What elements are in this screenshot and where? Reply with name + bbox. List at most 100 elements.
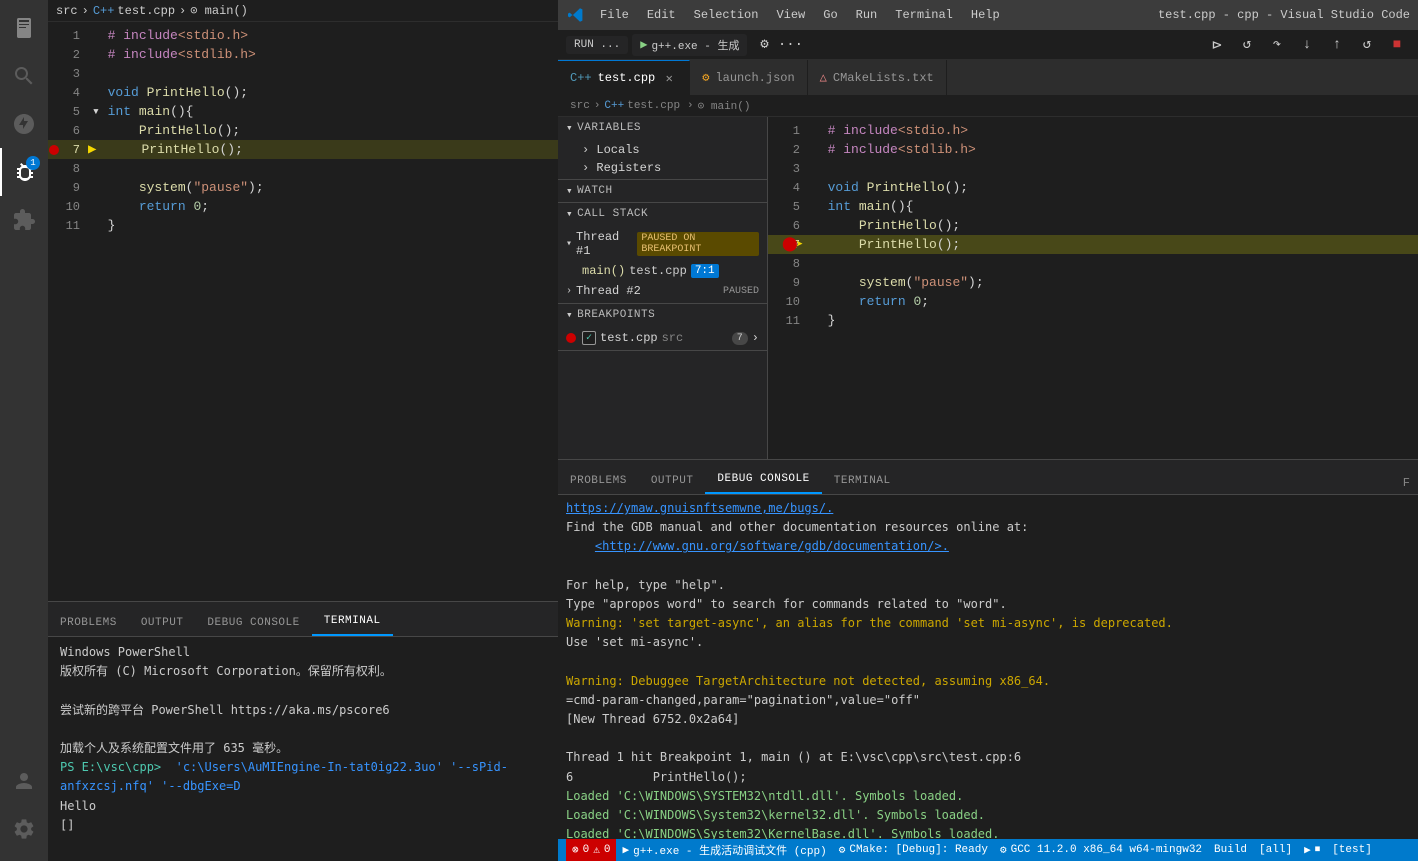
menu-file[interactable]: File (592, 5, 637, 25)
debug-sidebar: ▾ VARIABLES › Locals › Registers (558, 117, 768, 459)
term-line-6: 加载个人及系统配置文件用了 635 毫秒。 (60, 739, 546, 758)
debug-out-bp1: Thread 1 hit Breakpoint 1, main () at E:… (566, 748, 1410, 767)
debug-out-kernel32: Loaded 'C:\WINDOWS\System32\kernel32.dll… (566, 806, 1410, 825)
breakpoints-label: BREAKPOINTS (577, 309, 655, 321)
debug-output-panel: PROBLEMS OUTPUT DEBUG CONSOLE TERMINAL F… (558, 459, 1418, 839)
term-line-7: PS E:\vsc\cpp> 'c:\Users\AuMIEngine-In-t… (60, 758, 546, 796)
menu-terminal[interactable]: Terminal (887, 5, 961, 25)
breakpoints-header[interactable]: ▾ BREAKPOINTS (558, 304, 767, 326)
tab-debug-console[interactable]: DEBUG CONSOLE (195, 610, 311, 636)
callstack-content: ▾ Thread #1 PAUSED ON BREAKPOINT main() … (558, 225, 767, 303)
variables-header[interactable]: ▾ VARIABLES (558, 117, 767, 139)
term-line-8: Hello (60, 797, 546, 816)
bottom-panel-tabs: PROBLEMS OUTPUT DEBUG CONSOLE TERMINAL (48, 602, 558, 637)
activity-bar-settings[interactable] (0, 805, 48, 853)
activity-bar-explorer[interactable] (0, 4, 48, 52)
cmake-label: CMake: [Debug]: Ready (849, 844, 988, 856)
error-count: 0 (583, 844, 590, 856)
bp-src-label: src (662, 331, 684, 345)
status-errors[interactable]: ⊗ 0 ⚠ 0 (566, 839, 616, 861)
code-line-5: 5 ▾ int main(){ (48, 102, 558, 121)
debug-out-ntdll: Loaded 'C:\WINDOWS\SYSTEM32\ntdll.dll'. … (566, 787, 1410, 806)
bp-expand-icon[interactable]: › (752, 331, 759, 345)
term-line-2: 版权所有 (C) Microsoft Corporation。保留所有权利。 (60, 662, 546, 681)
debug-start-btn[interactable]: ▶ g++.exe - 生成 (632, 34, 747, 56)
tab-test-cpp-close[interactable]: ✕ (661, 70, 677, 86)
debug-tab-problems[interactable]: PROBLEMS (558, 468, 639, 494)
debug-restart-icon[interactable]: ↺ (1355, 33, 1379, 57)
status-test[interactable]: [test] (1326, 839, 1378, 861)
status-all[interactable]: [all] (1253, 839, 1298, 861)
activity-bar-account[interactable] (0, 757, 48, 805)
editor-line-10: 10 return 0; (768, 292, 1418, 311)
frame-line-badge: 7:1 (691, 264, 719, 278)
callstack-section: ▾ CALL STACK ▾ Thread #1 PAUSED ON BREAK… (558, 203, 767, 304)
callstack-label: CALL STACK (577, 208, 648, 220)
left-editor-area: src › C++ test.cpp › ⊙ main() 1 # includ… (48, 0, 558, 601)
debug-continue-icon[interactable]: ⊳ (1205, 33, 1229, 57)
tab-launch-json[interactable]: ⚙ launch.json (690, 60, 807, 95)
menu-go[interactable]: Go (815, 5, 845, 25)
activity-bar-extensions[interactable] (0, 196, 48, 244)
registers-item[interactable]: › Registers (558, 159, 767, 177)
more-options-icon[interactable]: ··· (778, 33, 802, 57)
breakpoint-item-1[interactable]: ✓ test.cpp src 7 › (558, 328, 767, 348)
code-line-2: 2 # include<stdlib.h> (48, 45, 558, 64)
debug-step-over-icon[interactable]: ↷ (1265, 33, 1289, 57)
status-bar: ⊗ 0 ⚠ 0 ▶ g++.exe - 生成活动调试文件 (cpp) ⚙ CMa… (558, 839, 1418, 861)
debug-filter-icon: F (1403, 476, 1410, 490)
thread1-status: PAUSED ON BREAKPOINT (637, 232, 759, 256)
settings-gear-icon[interactable]: ⚙ (752, 33, 776, 57)
callstack-arrow-icon: ▾ (566, 207, 573, 221)
status-build[interactable]: Build (1208, 839, 1253, 861)
tab-cmakelists[interactable]: △ CMakeLists.txt (808, 60, 947, 95)
debug-step-into-icon[interactable]: ↓ (1295, 33, 1319, 57)
menu-help[interactable]: Help (963, 5, 1008, 25)
editor-tabs: C++ test.cpp ✕ ⚙ launch.json △ CMakeList… (558, 60, 1418, 95)
app-container: 1 src › (0, 0, 1418, 861)
tab-test-cpp[interactable]: C++ test.cpp ✕ (558, 60, 690, 95)
tab-problems[interactable]: PROBLEMS (48, 610, 129, 636)
watch-header[interactable]: ▾ WATCH (558, 180, 767, 202)
callstack-thread2[interactable]: › Thread #2 PAUSED (558, 281, 767, 301)
breakpoints-content: ✓ test.cpp src 7 › (558, 326, 767, 350)
debug-stop-icon[interactable]: ■ (1385, 33, 1409, 57)
debug-tab-terminal[interactable]: TERMINAL (822, 468, 903, 494)
activity-bar-git[interactable] (0, 100, 48, 148)
debug-out-warn2: Warning: Debuggee TargetArchitecture not… (566, 672, 1410, 691)
callstack-thread1[interactable]: ▾ Thread #1 PAUSED ON BREAKPOINT (558, 227, 767, 261)
debug-tab-console[interactable]: DEBUG CONSOLE (705, 466, 821, 494)
activity-bar-search[interactable] (0, 52, 48, 100)
tab-output[interactable]: OUTPUT (129, 610, 196, 636)
callstack-frame-main[interactable]: main() test.cpp 7:1 (558, 261, 767, 281)
code-line-11: 11 } (48, 216, 558, 235)
locals-item[interactable]: › Locals (558, 141, 767, 159)
editor-line-3: 3 (768, 159, 1418, 178)
term-line-4: 尝试新的跨平台 PowerShell https://aka.ms/pscore… (60, 701, 546, 720)
callstack-header[interactable]: ▾ CALL STACK (558, 203, 767, 225)
gcc-label: GCC 11.2.0 x86_64 w64-mingw32 (1011, 844, 1202, 856)
activity-bar-debug[interactable]: 1 (0, 148, 48, 196)
code-line-9: 9 system("pause"); (48, 178, 558, 197)
tab-json-icon: ⚙ (702, 70, 709, 85)
menu-edit[interactable]: Edit (639, 5, 684, 25)
run-config-btn[interactable]: RUN ... (566, 36, 628, 54)
vscode-window: File Edit Selection View Go Run Terminal… (558, 0, 1418, 861)
menu-run[interactable]: Run (848, 5, 886, 25)
term-line-3 (60, 681, 546, 700)
editor-line-8: 8 (768, 254, 1418, 273)
debug-controls: ⊳ ↺ ↷ ↓ ↑ ↺ ■ (1204, 33, 1410, 57)
status-run-icons[interactable]: ▶ ⏹ (1298, 839, 1326, 861)
debug-refresh-icon[interactable]: ↺ (1235, 33, 1259, 57)
status-gcc[interactable]: ⚙ GCC 11.2.0 x86_64 w64-mingw32 (994, 839, 1208, 861)
tab-cmakelists-label: CMakeLists.txt (833, 71, 934, 85)
menu-view[interactable]: View (768, 5, 813, 25)
activity-bar: 1 (0, 0, 48, 861)
debug-tab-output[interactable]: OUTPUT (639, 468, 706, 494)
menu-selection[interactable]: Selection (686, 5, 767, 25)
activity-bar-bottom (0, 757, 48, 861)
status-debug-config[interactable]: ▶ g++.exe - 生成活动调试文件 (cpp) (616, 839, 832, 861)
debug-step-out-icon[interactable]: ↑ (1325, 33, 1349, 57)
status-cmake[interactable]: ⚙ CMake: [Debug]: Ready (833, 839, 994, 861)
tab-terminal[interactable]: TERMINAL (312, 608, 393, 636)
